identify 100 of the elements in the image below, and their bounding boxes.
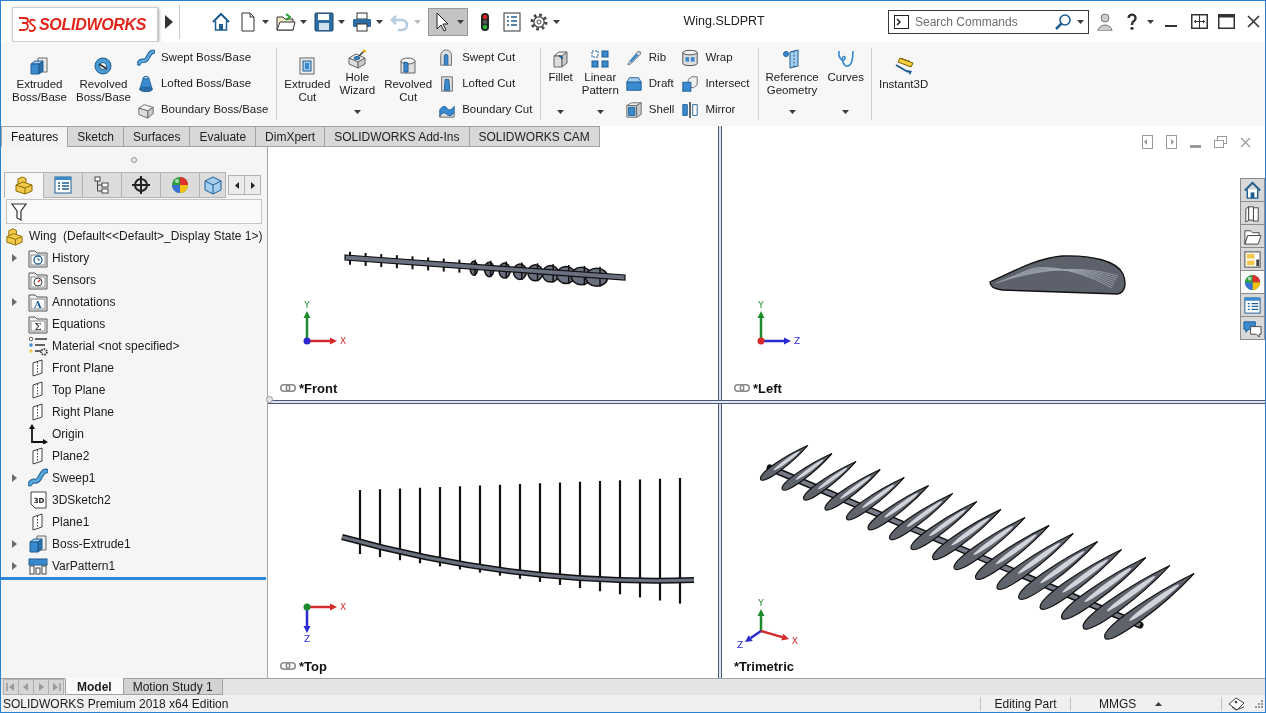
filter-field[interactable] — [6, 199, 262, 224]
caret-icon[interactable] — [262, 19, 269, 24]
command-tab[interactable]: Features — [1, 126, 69, 147]
caret-icon[interactable] — [557, 110, 565, 114]
command-button[interactable]: Boundary Cut — [438, 97, 537, 123]
tree-item[interactable]: Annotations — [52, 293, 116, 311]
crosshair-icon[interactable] — [131, 175, 151, 195]
command-button[interactable]: Extruded Cut — [281, 45, 334, 123]
command-button[interactable]: Swept Boss/Base — [136, 45, 273, 71]
command-button[interactable]: Hole Wizard — [336, 45, 379, 123]
tag-icon[interactable] — [1228, 696, 1245, 711]
resize-grip-icon[interactable] — [1254, 699, 1263, 708]
tree-item[interactable]: Origin — [52, 425, 84, 443]
panel-tab[interactable] — [121, 172, 161, 198]
cube-icon[interactable] — [29, 56, 50, 76]
tree-item[interactable]: VarPattern1 — [52, 557, 116, 575]
bottom-tab[interactable]: Motion Study 1 — [122, 678, 223, 695]
block-icon[interactable] — [136, 101, 155, 119]
tree-item[interactable]: History — [52, 249, 90, 267]
color-ball-icon[interactable] — [170, 175, 190, 195]
printer-icon[interactable] — [352, 11, 372, 32]
search-field[interactable]: Search Commands — [915, 12, 1049, 31]
search-icon[interactable] — [1055, 13, 1071, 30]
command-button[interactable]: Lofted Cut — [438, 71, 537, 97]
list-icon[interactable] — [502, 11, 522, 32]
funnel-icon[interactable] — [11, 202, 27, 221]
list-icon[interactable] — [53, 175, 73, 195]
restore-icon[interactable] — [1214, 136, 1227, 148]
caret-icon[interactable] — [842, 110, 850, 114]
gear-icon[interactable] — [529, 11, 549, 32]
caret-icon[interactable] — [1077, 19, 1084, 24]
command-button[interactable]: Linear Pattern — [578, 45, 622, 123]
command-button[interactable]: Boundary Boss/Base — [136, 97, 273, 123]
command-button[interactable]: Reference Geometry — [762, 45, 822, 123]
tree-item[interactable]: Equations — [52, 315, 106, 333]
splitter-handle-icon[interactable] — [266, 396, 273, 403]
home-icon[interactable] — [211, 11, 231, 32]
user-icon[interactable] — [1097, 12, 1113, 31]
cylinder-icon[interactable] — [681, 49, 700, 67]
caret-up-icon[interactable] — [1155, 701, 1163, 706]
command-button[interactable]: Revolved Boss/Base — [72, 45, 134, 123]
command-button[interactable]: Curves — [824, 45, 867, 123]
caret-icon[interactable] — [457, 19, 464, 24]
search-bar[interactable]: Search Commands — [888, 9, 1089, 34]
tapered-block-icon[interactable] — [624, 75, 643, 93]
tree-item[interactable]: Plane2 — [52, 447, 90, 465]
hole-wand-icon[interactable] — [347, 49, 368, 69]
caret-icon[interactable] — [788, 110, 796, 114]
command-button[interactable]: Rib — [624, 45, 679, 71]
tree-diagram-icon[interactable] — [92, 175, 112, 195]
command-tab[interactable]: Sketch — [67, 126, 125, 147]
ruler-arrow-icon[interactable] — [893, 56, 914, 76]
part-icon[interactable] — [14, 175, 34, 195]
ring-icon[interactable] — [93, 56, 114, 76]
mirrored-shapes-icon[interactable] — [681, 101, 700, 119]
left-tile-icon[interactable] — [1142, 135, 1153, 149]
curve-icon[interactable] — [835, 49, 856, 69]
tree-root[interactable]: Wing (Default<<Default>_Display State 1>) — [29, 227, 263, 245]
curved-tube-icon[interactable] — [136, 49, 155, 67]
new-document-icon[interactable] — [238, 11, 258, 32]
tree-item[interactable]: Sweep1 — [52, 469, 96, 487]
chain-link-icon[interactable] — [280, 384, 296, 393]
tree-item[interactable]: Boss-Extrude1 — [52, 535, 131, 553]
command-button[interactable]: Lofted Boss/Base — [136, 71, 273, 97]
chain-link-icon[interactable] — [734, 384, 750, 393]
caret-icon[interactable] — [376, 19, 383, 24]
scroll-button[interactable] — [244, 175, 261, 195]
cut-block-icon[interactable] — [297, 56, 318, 76]
tree-item[interactable]: Top Plane — [52, 381, 106, 399]
command-button[interactable]: Draft — [624, 71, 679, 97]
tree-item[interactable]: Front Plane — [52, 359, 115, 377]
left-arrow-icon[interactable] — [234, 181, 239, 189]
command-tab[interactable]: DimXpert — [255, 126, 326, 147]
tree-item[interactable]: Right Plane — [52, 403, 115, 421]
chain-link-icon[interactable] — [280, 662, 296, 671]
command-button[interactable]: Intersect — [681, 71, 754, 97]
tree-item[interactable]: Plane1 — [52, 513, 90, 531]
splitter-handle-icon[interactable] — [131, 156, 137, 163]
command-button[interactable]: Extruded Boss/Base — [9, 45, 70, 123]
caret-icon[interactable] — [596, 110, 604, 114]
rib-plate-icon[interactable] — [624, 49, 643, 67]
overlapping-boxes-icon[interactable] — [681, 75, 700, 93]
bottom-tab[interactable]: Model — [65, 678, 124, 695]
caret-icon[interactable] — [338, 19, 345, 24]
help-icon[interactable] — [1126, 13, 1138, 30]
close-icon[interactable] — [1247, 15, 1260, 28]
split-window-icon[interactable] — [1191, 14, 1208, 29]
right-tile-icon[interactable] — [1166, 135, 1177, 149]
command-button[interactable]: Swept Cut — [438, 45, 537, 71]
command-tab[interactable]: Evaluate — [189, 126, 257, 147]
square-grid-icon[interactable] — [590, 49, 611, 69]
rounded-cube-icon[interactable] — [550, 49, 571, 69]
command-tab[interactable]: Surfaces — [123, 126, 191, 147]
right-arrow-icon[interactable] — [250, 181, 255, 189]
units-selector[interactable]: MMGS — [1099, 694, 1137, 712]
command-button[interactable]: Wrap — [681, 45, 754, 71]
command-button[interactable]: Instant3D — [876, 45, 932, 123]
command-button[interactable]: Revolved Cut — [381, 45, 436, 123]
command-button[interactable]: Shell — [624, 97, 679, 123]
hollow-box-icon[interactable] — [624, 101, 643, 119]
